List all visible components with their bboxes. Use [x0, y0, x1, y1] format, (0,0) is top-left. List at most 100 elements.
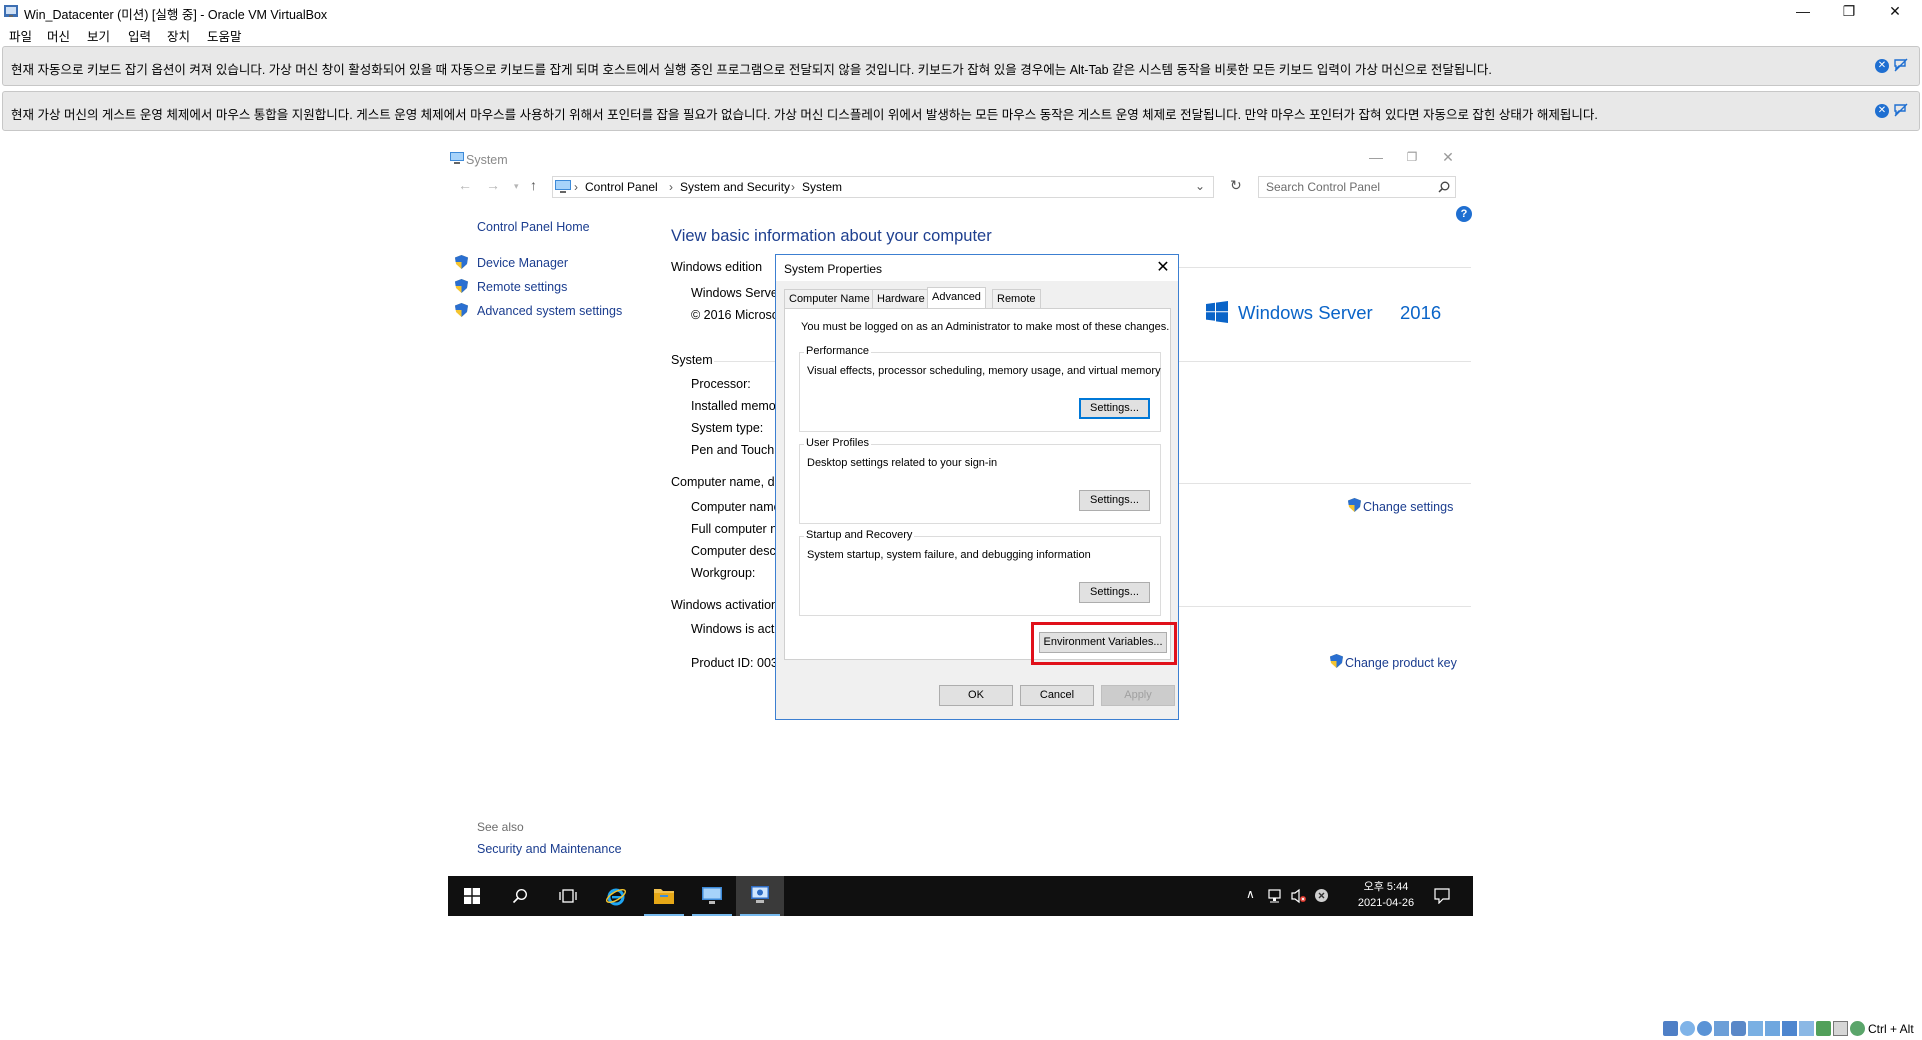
file-explorer-button[interactable] [640, 876, 688, 916]
menu-devices[interactable]: 장치 [167, 26, 190, 45]
control-panel-home-link[interactable]: Control Panel Home [477, 220, 590, 234]
system-properties-icon [751, 886, 769, 903]
address-dropdown-icon[interactable]: ⌄ [1195, 179, 1205, 193]
restore-button[interactable]: ❐ [1826, 0, 1872, 22]
network-icon[interactable] [1268, 888, 1284, 904]
internet-explorer-icon [605, 888, 627, 906]
start-button[interactable] [448, 876, 496, 916]
vbox-statusbar: Ctrl + Alt [1660, 1018, 1922, 1040]
audio-icon[interactable] [1697, 1021, 1712, 1036]
cpu-icon[interactable] [1799, 1021, 1814, 1036]
tab-advanced[interactable]: Advanced [927, 287, 986, 309]
mouse-integration-icon[interactable] [1833, 1021, 1848, 1036]
network-adapter-icon[interactable] [1714, 1021, 1729, 1036]
system-window-title: System [466, 153, 508, 167]
recording-icon[interactable] [1782, 1021, 1797, 1036]
menu-file[interactable]: 파일 [9, 26, 32, 45]
control-panel-icon [702, 887, 722, 904]
shield-icon [1348, 498, 1361, 512]
shared-folders-icon[interactable] [1748, 1021, 1763, 1036]
folder-icon [654, 889, 674, 904]
full-computer-name-label: Full computer n [691, 522, 778, 536]
workgroup-label: Workgroup: [691, 566, 756, 580]
shield-icon [1330, 654, 1343, 668]
display-icon[interactable] [1765, 1021, 1780, 1036]
dialog-close-button[interactable]: ✕ [1151, 257, 1175, 279]
breadcrumb-system-security[interactable]: System and Security [680, 180, 790, 194]
tab-hardware[interactable]: Hardware [872, 289, 930, 308]
shield-icon [455, 303, 468, 317]
close-button[interactable]: ✕ [1872, 0, 1918, 22]
search-button[interactable] [496, 876, 544, 916]
close-banner-icon[interactable]: ✕ [1875, 59, 1889, 73]
menu-input[interactable]: 입력 [128, 26, 151, 45]
control-panel-taskbar-button[interactable] [688, 876, 736, 916]
do-not-show-icon[interactable] [1893, 57, 1909, 73]
menu-view[interactable]: 보기 [87, 26, 110, 45]
remote-settings-link[interactable]: Remote settings [477, 280, 567, 294]
performance-settings-button[interactable]: Settings... [1079, 398, 1150, 419]
security-maintenance-link[interactable]: Security and Maintenance [477, 842, 622, 856]
guest-display[interactable]: System — ❐ ✕ ← → ▾ ↑ › Control Panel › S… [448, 148, 1473, 916]
breadcrumb-control-panel[interactable]: Control Panel [585, 180, 658, 194]
change-product-key-link[interactable]: Change product key [1345, 656, 1457, 670]
show-hidden-icons-icon[interactable]: ∧ [1246, 887, 1255, 901]
minimize-button[interactable]: — [1356, 149, 1396, 165]
apply-button[interactable]: Apply [1101, 685, 1175, 706]
action-center-icon[interactable] [1434, 888, 1450, 904]
keyboard-capture-icon[interactable] [1850, 1021, 1865, 1036]
usb-icon[interactable] [1731, 1021, 1746, 1036]
host-key-label: Ctrl + Alt [1868, 1022, 1914, 1036]
help-icon[interactable]: ? [1456, 206, 1472, 222]
pen-touch-label: Pen and Touch: [691, 443, 778, 457]
task-view-button[interactable] [544, 876, 592, 916]
do-not-show-icon[interactable] [1893, 102, 1909, 118]
internet-explorer-button[interactable] [592, 876, 640, 916]
menu-machine[interactable]: 머신 [47, 26, 70, 45]
minimize-button[interactable]: — [1780, 0, 1826, 22]
up-icon[interactable]: ↑ [530, 177, 537, 193]
system-type-label: System type: [691, 421, 764, 435]
user-profiles-label: User Profiles [804, 437, 871, 449]
search-input[interactable]: Search Control Panel [1258, 176, 1456, 198]
hard-disk-icon[interactable] [1663, 1021, 1678, 1036]
close-banner-icon[interactable]: ✕ [1875, 104, 1889, 118]
admin-note: You must be logged on as an Administrato… [801, 321, 1170, 333]
copyright-text: © 2016 Microso [691, 308, 779, 322]
breadcrumb-system[interactable]: System [802, 180, 842, 194]
environment-variables-button[interactable]: Environment Variables... [1039, 632, 1167, 653]
blocked-status-icon[interactable] [1314, 888, 1329, 903]
tab-remote[interactable]: Remote [992, 289, 1041, 308]
forward-icon[interactable]: → [486, 177, 500, 193]
startup-recovery-description: System startup, system failure, and debu… [807, 549, 1091, 561]
back-icon[interactable]: ← [458, 177, 472, 193]
volume-muted-icon[interactable] [1291, 888, 1307, 904]
optical-drive-icon[interactable] [1680, 1021, 1695, 1036]
user-profiles-settings-button[interactable]: Settings... [1079, 490, 1150, 511]
address-bar[interactable]: › Control Panel › System and Security › … [552, 176, 1214, 198]
device-manager-link[interactable]: Device Manager [477, 256, 568, 270]
banner-message: 현재 가상 머신의 게스트 운영 체제에서 마우스 통합을 지원합니다. 게스트… [11, 108, 1598, 122]
close-button[interactable]: ✕ [1428, 149, 1468, 166]
restore-button[interactable]: ❐ [1392, 150, 1432, 164]
system-properties-taskbar-button[interactable] [736, 876, 784, 916]
taskbar-clock[interactable]: 오후 5:44 2021-04-26 [1356, 879, 1416, 911]
change-settings-link[interactable]: Change settings [1363, 500, 1453, 514]
virtualbox-app-icon [4, 5, 18, 17]
tab-computer-name[interactable]: Computer Name [784, 289, 875, 308]
virtualization-icon[interactable] [1816, 1021, 1831, 1036]
processor-label: Processor: [691, 377, 751, 391]
system-icon [450, 152, 464, 164]
recent-chevron-icon[interactable]: ▾ [514, 181, 519, 192]
shield-icon [455, 279, 468, 293]
ok-button[interactable]: OK [939, 685, 1013, 706]
windows-start-icon [464, 888, 480, 904]
keyboard-capture-banner: 현재 자동으로 키보드 잡기 옵션이 켜져 있습니다. 가상 머신 창이 활성화… [2, 46, 1920, 86]
product-id-label: Product ID: 003 [691, 656, 778, 670]
section-computer-name: Computer name, do [671, 475, 782, 489]
advanced-system-settings-link[interactable]: Advanced system settings [477, 304, 622, 318]
startup-recovery-settings-button[interactable]: Settings... [1079, 582, 1150, 603]
refresh-icon[interactable]: ↻ [1230, 177, 1242, 194]
menu-help[interactable]: 도움말 [207, 26, 242, 45]
cancel-button[interactable]: Cancel [1020, 685, 1094, 706]
